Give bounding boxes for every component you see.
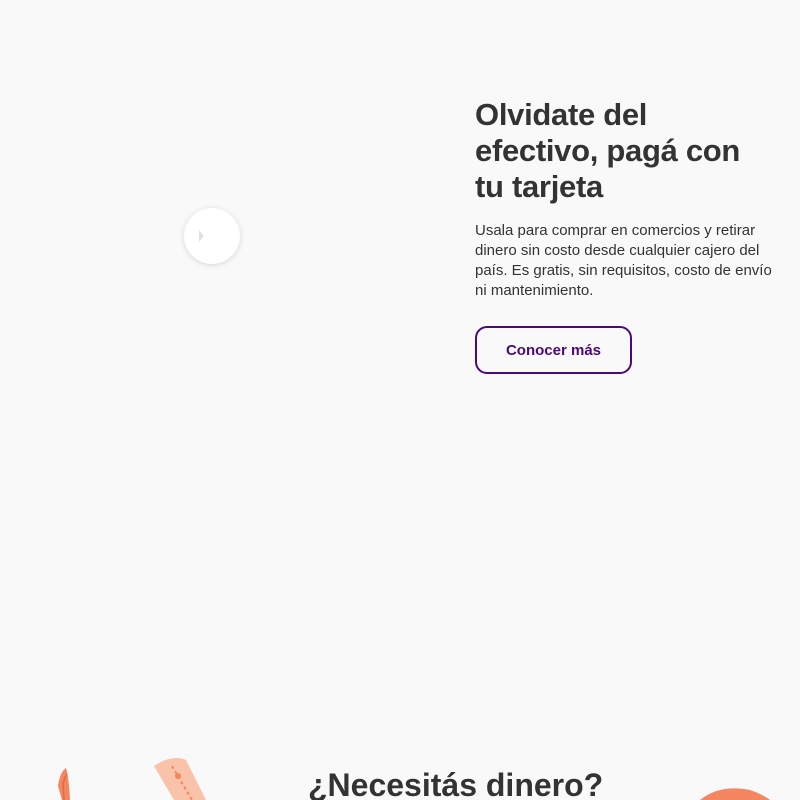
blob-illustration xyxy=(700,788,770,800)
learn-more-button[interactable]: Conocer más xyxy=(475,326,632,374)
hero-title: Olvidate del efectivo, pagá con tu tarje… xyxy=(475,97,741,204)
hand-illustration xyxy=(58,768,70,800)
page: Olvidate del efectivo, pagá con tu tarje… xyxy=(0,0,800,800)
hero-text-block: Olvidate del efectivo, pagá con tu tarje… xyxy=(475,97,775,301)
section-title: ¿Necesitás dinero? xyxy=(308,767,604,800)
play-icon xyxy=(198,230,204,242)
ticket-illustration xyxy=(154,758,206,800)
video-play-button[interactable] xyxy=(184,208,240,264)
hero-description: Usala para comprar en comercios y retira… xyxy=(475,222,772,299)
